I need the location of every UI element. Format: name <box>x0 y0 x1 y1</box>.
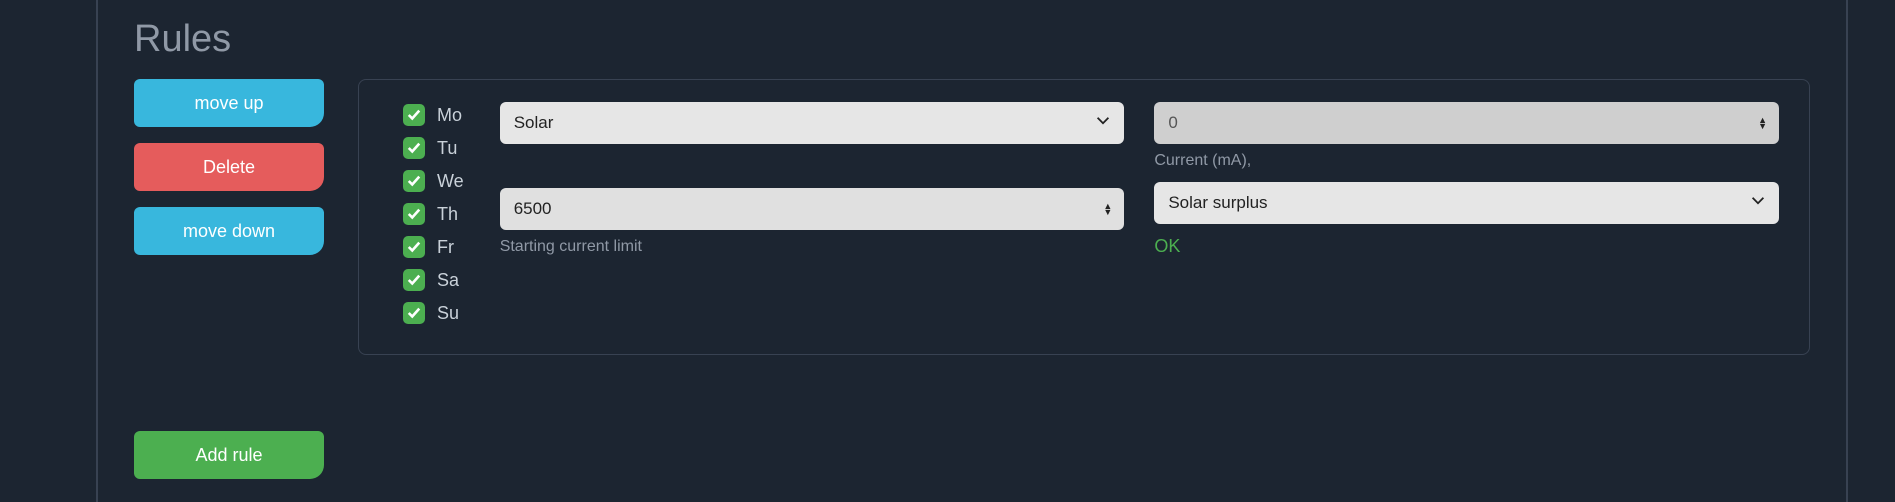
day-row: Mo <box>403 104 464 126</box>
day-checkbox-sa[interactable] <box>403 269 425 291</box>
current-input-value: 0 <box>1168 113 1177 133</box>
starting-current-helper: Starting current limit <box>500 238 1125 256</box>
day-label: Mo <box>437 105 462 126</box>
day-checkbox-tu[interactable] <box>403 137 425 159</box>
starting-current-input[interactable]: 6500 ▲▼ <box>500 188 1125 230</box>
mode-select-value: Solar <box>514 113 554 133</box>
rule-card: Mo Tu We Th <box>358 79 1810 355</box>
day-checkbox-su[interactable] <box>403 302 425 324</box>
day-row: Su <box>403 302 464 324</box>
day-label: Tu <box>437 138 457 159</box>
number-stepper-icon[interactable]: ▲▼ <box>1758 117 1767 129</box>
day-checkbox-th[interactable] <box>403 203 425 225</box>
status-ok: OK <box>1154 236 1779 257</box>
starting-current-value: 6500 <box>514 199 552 219</box>
move-up-button[interactable]: move up <box>134 79 324 127</box>
current-input[interactable]: 0 ▲▼ <box>1154 102 1779 144</box>
rule-actions-sidebar: move up Delete move down Add rule <box>134 79 324 479</box>
day-label: Th <box>437 204 458 225</box>
day-label: Su <box>437 303 459 324</box>
chevron-down-icon <box>1094 112 1112 135</box>
day-row: We <box>403 170 464 192</box>
move-down-button[interactable]: move down <box>134 207 324 255</box>
number-stepper-icon[interactable]: ▲▼ <box>1103 203 1112 215</box>
day-checkbox-fr[interactable] <box>403 236 425 258</box>
days-column: Mo Tu We Th <box>403 102 464 324</box>
delete-button[interactable]: Delete <box>134 143 324 191</box>
current-helper: Current (mA), <box>1154 152 1779 170</box>
day-label: Sa <box>437 270 459 291</box>
day-checkbox-mo[interactable] <box>403 104 425 126</box>
day-row: Sa <box>403 269 464 291</box>
surplus-select-value: Solar surplus <box>1168 193 1267 213</box>
add-rule-button[interactable]: Add rule <box>134 431 324 479</box>
day-label: We <box>437 171 464 192</box>
mode-select[interactable]: Solar <box>500 102 1125 144</box>
day-row: Th <box>403 203 464 225</box>
section-title: Rules <box>134 18 1810 61</box>
day-row: Fr <box>403 236 464 258</box>
surplus-select[interactable]: Solar surplus <box>1154 182 1779 224</box>
day-checkbox-we[interactable] <box>403 170 425 192</box>
day-row: Tu <box>403 137 464 159</box>
chevron-down-icon <box>1749 192 1767 215</box>
day-label: Fr <box>437 237 454 258</box>
